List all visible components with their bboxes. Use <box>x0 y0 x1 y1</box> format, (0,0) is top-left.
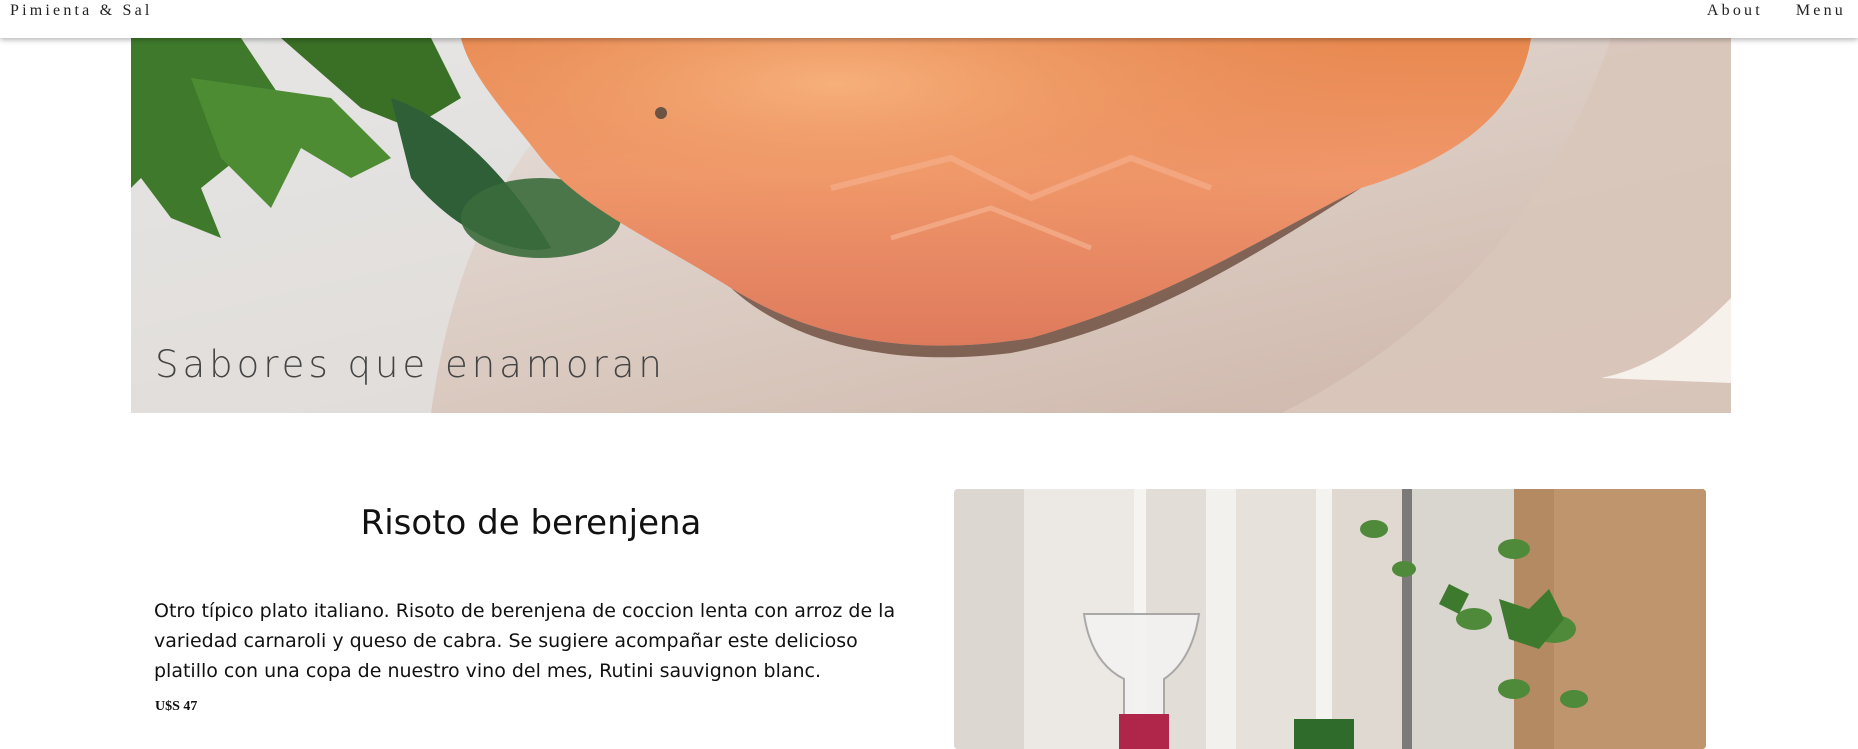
nav-links: About Menu <box>1707 2 1846 20</box>
dish-title: Risoto de berenjena <box>360 503 702 543</box>
top-navbar: Pimienta & Sal About Menu <box>0 0 1858 38</box>
brand-link[interactable]: Pimienta & Sal <box>10 2 153 20</box>
wine-glass-image <box>954 489 1706 749</box>
hero-title: Sabores que enamoran <box>155 343 666 386</box>
hero-banner: Sabores que enamoran <box>131 38 1731 413</box>
dish-description: Otro típico plato italiano. Risoto de be… <box>154 600 896 682</box>
nav-link-about[interactable]: About <box>1707 2 1763 20</box>
nav-link-menu[interactable]: Menu <box>1796 2 1846 20</box>
dish-price: U$S 47 <box>155 699 198 714</box>
